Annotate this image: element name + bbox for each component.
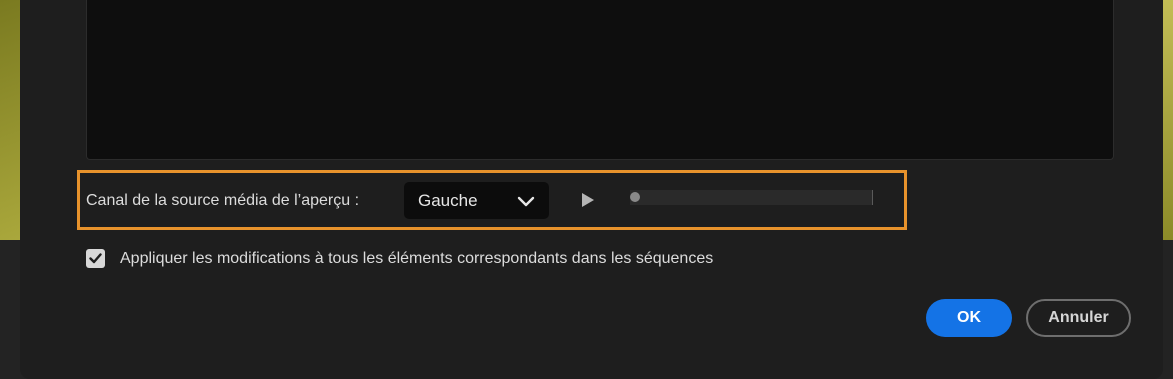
apply-all-label: Appliquer les modifications à tous les é… [120, 249, 714, 267]
preview-scrubber[interactable] [630, 190, 873, 205]
channel-dropdown[interactable]: Gauche [404, 182, 549, 219]
scrubber-handle[interactable] [630, 192, 640, 202]
preview-area [86, 0, 1114, 160]
apply-all-checkbox[interactable] [86, 249, 105, 268]
checkmark-icon [89, 253, 102, 264]
cancel-button[interactable]: Annuler [1026, 299, 1131, 337]
channel-dropdown-value: Gauche [418, 190, 478, 210]
apply-all-row: Appliquer les modifications à tous les é… [86, 249, 713, 268]
ok-button[interactable]: OK [926, 299, 1012, 337]
chevron-down-icon [517, 195, 535, 207]
play-icon [582, 193, 594, 207]
play-button[interactable] [578, 190, 598, 210]
preview-channel-label: Canal de la source média de l’aperçu : [86, 192, 360, 209]
